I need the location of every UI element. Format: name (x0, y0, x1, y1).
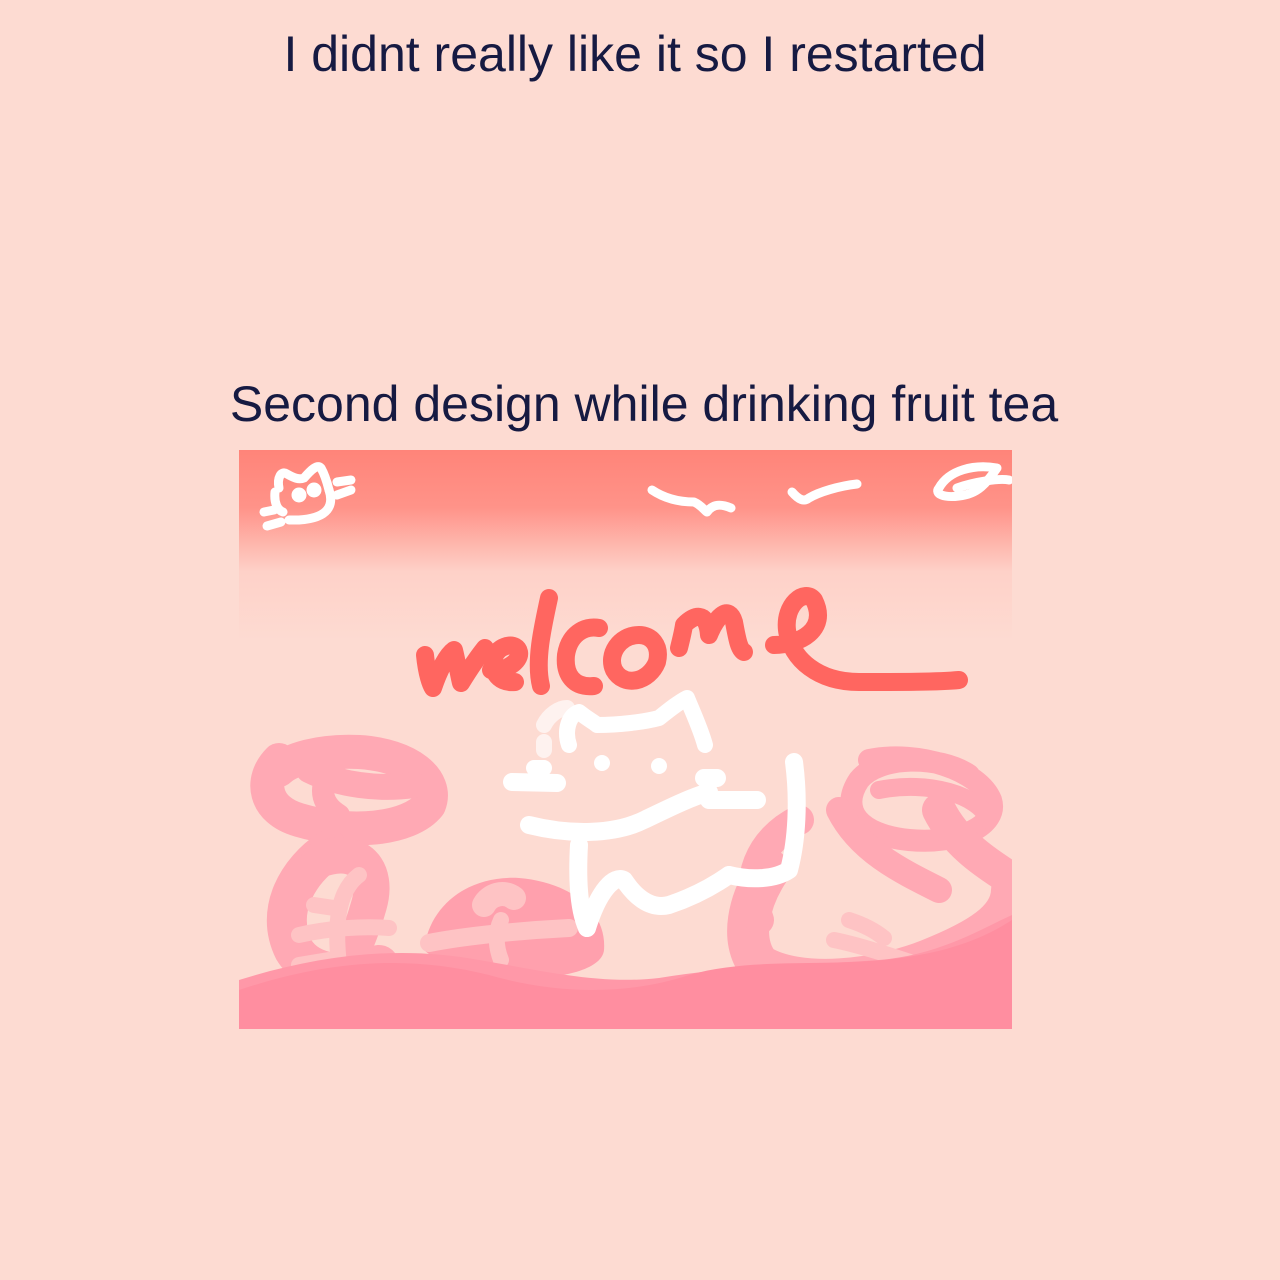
caption-second-design: Second design while drinking fruit tea (229, 376, 1059, 432)
welcome-drawing (239, 450, 1012, 1029)
caption-restarted: I didnt really like it so I restarted (283, 26, 987, 82)
